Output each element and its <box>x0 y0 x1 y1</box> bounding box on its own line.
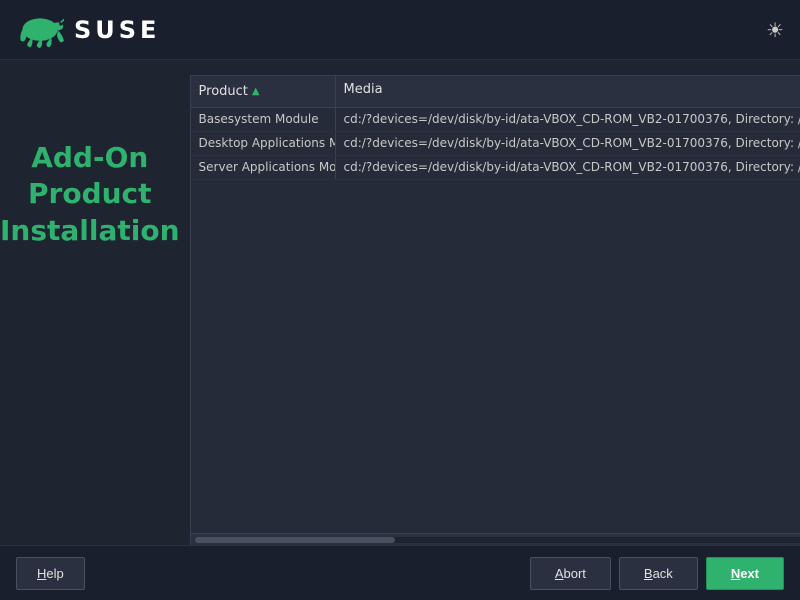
column-media: Media <box>336 76 800 107</box>
horizontal-scrollbar[interactable] <box>191 533 800 545</box>
logo-area: SUSE <box>16 12 160 48</box>
scrollbar-thumb[interactable] <box>195 537 395 543</box>
cell-product-1: Desktop Applications Module <box>191 132 336 155</box>
cell-media-0: cd:/?devices=/dev/disk/by-id/ata-VBOX_CD… <box>336 108 800 131</box>
suse-logo-icon <box>16 12 64 48</box>
nav-buttons: Abort Back Next <box>530 557 784 590</box>
back-button[interactable]: Back <box>619 557 698 590</box>
cell-media-2: cd:/?devices=/dev/disk/by-id/ata-VBOX_CD… <box>336 156 800 179</box>
table-row[interactable]: Server Applications Module cd:/?devices=… <box>191 156 800 180</box>
sort-arrow-icon: ▲ <box>252 86 260 97</box>
suse-text: SUSE <box>74 16 160 44</box>
sidebar: Add-On Product Installation <box>0 60 180 600</box>
scrollbar-track <box>195 537 800 543</box>
cell-product-0: Basesystem Module <box>191 108 336 131</box>
next-button[interactable]: Next <box>706 557 784 590</box>
help-button[interactable]: Help <box>16 557 85 590</box>
table-row[interactable]: Desktop Applications Module cd:/?devices… <box>191 132 800 156</box>
column-product[interactable]: Product ▲ <box>191 76 336 107</box>
table-body: Basesystem Module cd:/?devices=/dev/disk… <box>191 108 800 533</box>
cell-product-2: Server Applications Module <box>191 156 336 179</box>
header: SUSE ☀ <box>0 0 800 60</box>
table-row[interactable]: Basesystem Module cd:/?devices=/dev/disk… <box>191 108 800 132</box>
table-header: Product ▲ Media <box>191 76 800 108</box>
content-area: Product ▲ Media Basesystem Module cd:/?d… <box>180 60 800 600</box>
bottom-bar: Help Abort Back Next <box>0 545 800 600</box>
main-layout: Add-On Product Installation Product ▲ Me… <box>0 60 800 600</box>
page-title: Add-On Product Installation <box>0 140 180 249</box>
addon-table: Product ▲ Media Basesystem Module cd:/?d… <box>190 75 800 546</box>
brightness-icon[interactable]: ☀ <box>766 18 784 42</box>
abort-button[interactable]: Abort <box>530 557 611 590</box>
cell-media-1: cd:/?devices=/dev/disk/by-id/ata-VBOX_CD… <box>336 132 800 155</box>
